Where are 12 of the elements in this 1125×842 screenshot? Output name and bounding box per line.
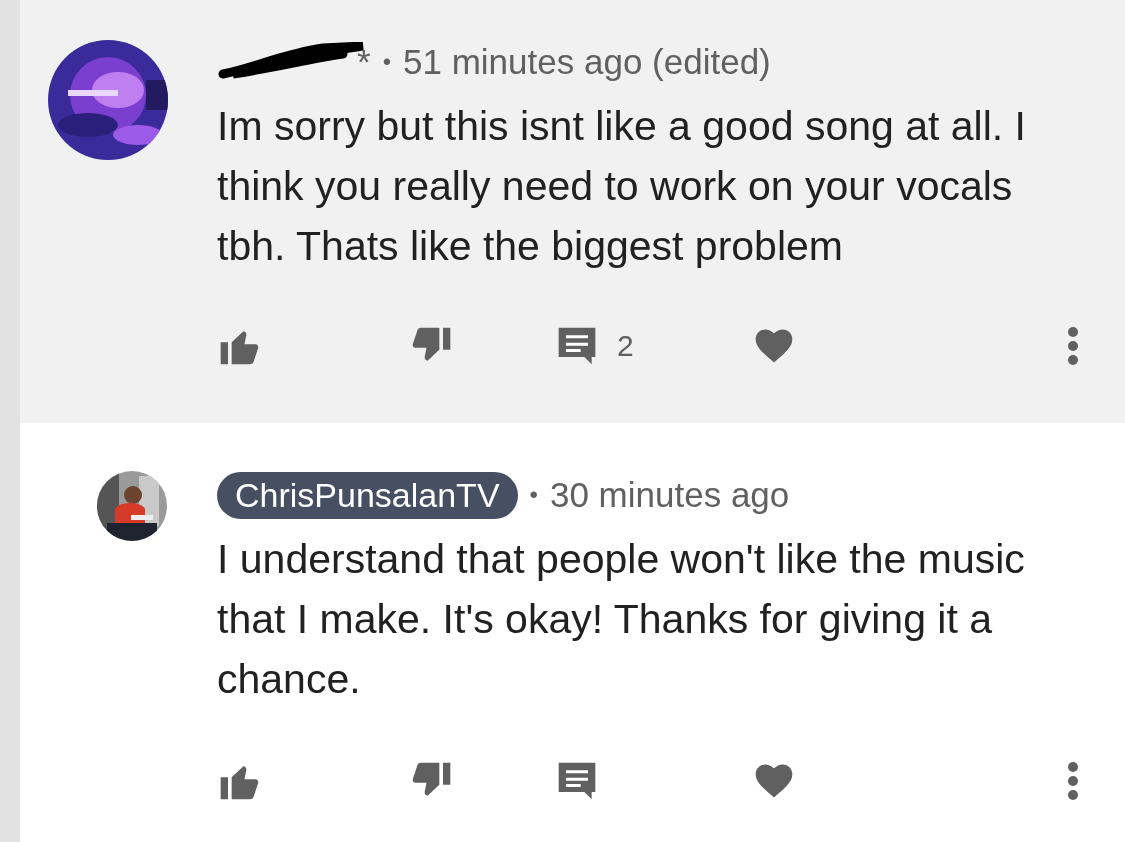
timestamp: 30 minutes ago bbox=[549, 475, 790, 515]
timestamp: 51 minutes ago (edited) bbox=[403, 42, 771, 82]
more-icon[interactable] bbox=[1065, 761, 1081, 801]
creator-name-badge[interactable]: ChrisPunsalanTV bbox=[217, 471, 518, 519]
comment-text: I understand that people won't like the music that I make. It's okay! Thanks for giving it a chance. bbox=[217, 535, 1026, 704]
author-name[interactable]: * bbox=[357, 42, 371, 82]
comment-text: Im sorry but this isnt like a good song at all. I think you really need to work on your vocals tbh. Thats like the biggest problem bbox=[217, 102, 1027, 271]
more-icon[interactable] bbox=[1065, 326, 1081, 366]
separator-dot: • bbox=[382, 48, 392, 76]
separator-dot: • bbox=[529, 481, 538, 509]
reply-count: 2 bbox=[617, 329, 634, 363]
reply-button[interactable]: 2 bbox=[555, 324, 752, 368]
